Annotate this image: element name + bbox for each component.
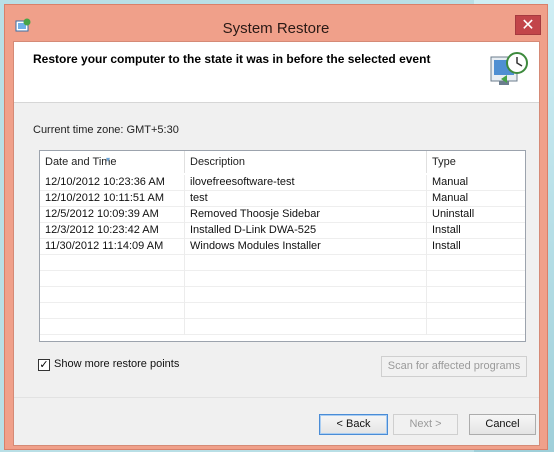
cell-type: Uninstall bbox=[432, 208, 475, 220]
empty-row bbox=[40, 287, 525, 303]
show-more-label[interactable]: Show more restore points bbox=[54, 358, 179, 370]
cell-date: 12/5/2012 10:09:39 AM bbox=[40, 207, 185, 223]
cancel-button[interactable]: Cancel bbox=[469, 414, 536, 435]
show-more-checkbox[interactable]: ✓ bbox=[38, 359, 50, 371]
cell-type: Install bbox=[432, 240, 461, 252]
sort-indicator-icon: ▾ bbox=[106, 155, 111, 164]
back-button[interactable]: < Back bbox=[319, 414, 388, 435]
system-restore-window: System Restore ✕ Restore your computer t… bbox=[4, 4, 548, 450]
dialog-header: Restore your computer to the state it wa… bbox=[14, 42, 539, 103]
empty-row bbox=[40, 319, 525, 335]
empty-cell bbox=[40, 255, 185, 271]
cell-description: ilovefreesoftware-test bbox=[185, 175, 427, 191]
column-header-description-label: Description bbox=[190, 156, 246, 168]
restore-points-table: Date and Time ▾ Description Type 12/10/2… bbox=[39, 150, 526, 342]
empty-cell bbox=[40, 287, 185, 303]
title-bar[interactable]: System Restore ✕ bbox=[5, 5, 547, 45]
cell-type: Install bbox=[432, 224, 461, 236]
dialog-body: Restore your computer to the state it wa… bbox=[13, 41, 540, 446]
current-timezone: Current time zone: GMT+5:30 bbox=[33, 124, 179, 136]
cell-date: 11/30/2012 11:14:09 AM bbox=[40, 239, 185, 255]
cell-date: 12/3/2012 10:23:42 AM bbox=[40, 223, 185, 239]
scan-affected-programs-button[interactable]: Scan for affected programs bbox=[381, 356, 527, 377]
empty-row bbox=[40, 271, 525, 287]
footer-divider bbox=[14, 397, 539, 398]
table-row[interactable]: 12/3/2012 10:23:42 AM Installed D-Link D… bbox=[40, 223, 525, 239]
column-header-type-label: Type bbox=[432, 156, 456, 168]
empty-cell bbox=[185, 287, 427, 303]
table-row[interactable]: 11/30/2012 11:14:09 AM Windows Modules I… bbox=[40, 239, 525, 255]
next-button[interactable]: Next > bbox=[393, 414, 458, 435]
cell-type: Manual bbox=[432, 192, 469, 204]
header-title: Restore your computer to the state it wa… bbox=[33, 52, 431, 66]
cell-description: test bbox=[185, 191, 427, 207]
empty-cell bbox=[185, 319, 427, 335]
empty-row bbox=[40, 303, 525, 319]
cell-description: Removed Thoosje Sidebar bbox=[185, 207, 427, 223]
cell-date: 12/10/2012 10:11:51 AM bbox=[40, 191, 185, 207]
cell-description: Windows Modules Installer bbox=[185, 239, 427, 255]
cell-type: Manual bbox=[432, 176, 469, 188]
empty-cell bbox=[185, 271, 427, 287]
cell-description: Installed D-Link DWA-525 bbox=[185, 223, 427, 239]
empty-cell bbox=[185, 255, 427, 271]
table-row[interactable]: 12/5/2012 10:09:39 AM Removed Thoosje Si… bbox=[40, 207, 525, 223]
empty-row bbox=[40, 255, 525, 271]
column-header-description[interactable]: Description bbox=[185, 151, 427, 173]
column-header-type[interactable]: Type bbox=[427, 151, 525, 173]
empty-cell bbox=[40, 271, 185, 287]
empty-cell bbox=[185, 303, 427, 319]
window-title: System Restore bbox=[222, 20, 330, 37]
cell-date: 12/10/2012 10:23:36 AM bbox=[40, 175, 185, 191]
column-header-date[interactable]: Date and Time ▾ bbox=[40, 151, 185, 173]
empty-cell bbox=[40, 303, 185, 319]
table-row[interactable]: 12/10/2012 10:23:36 AM ilovefreesoftware… bbox=[40, 175, 525, 191]
empty-cell bbox=[40, 319, 185, 335]
system-restore-clock-icon bbox=[490, 52, 528, 85]
close-button[interactable]: ✕ bbox=[515, 15, 541, 35]
table-row[interactable]: 12/10/2012 10:11:51 AM test Manual bbox=[40, 191, 525, 207]
